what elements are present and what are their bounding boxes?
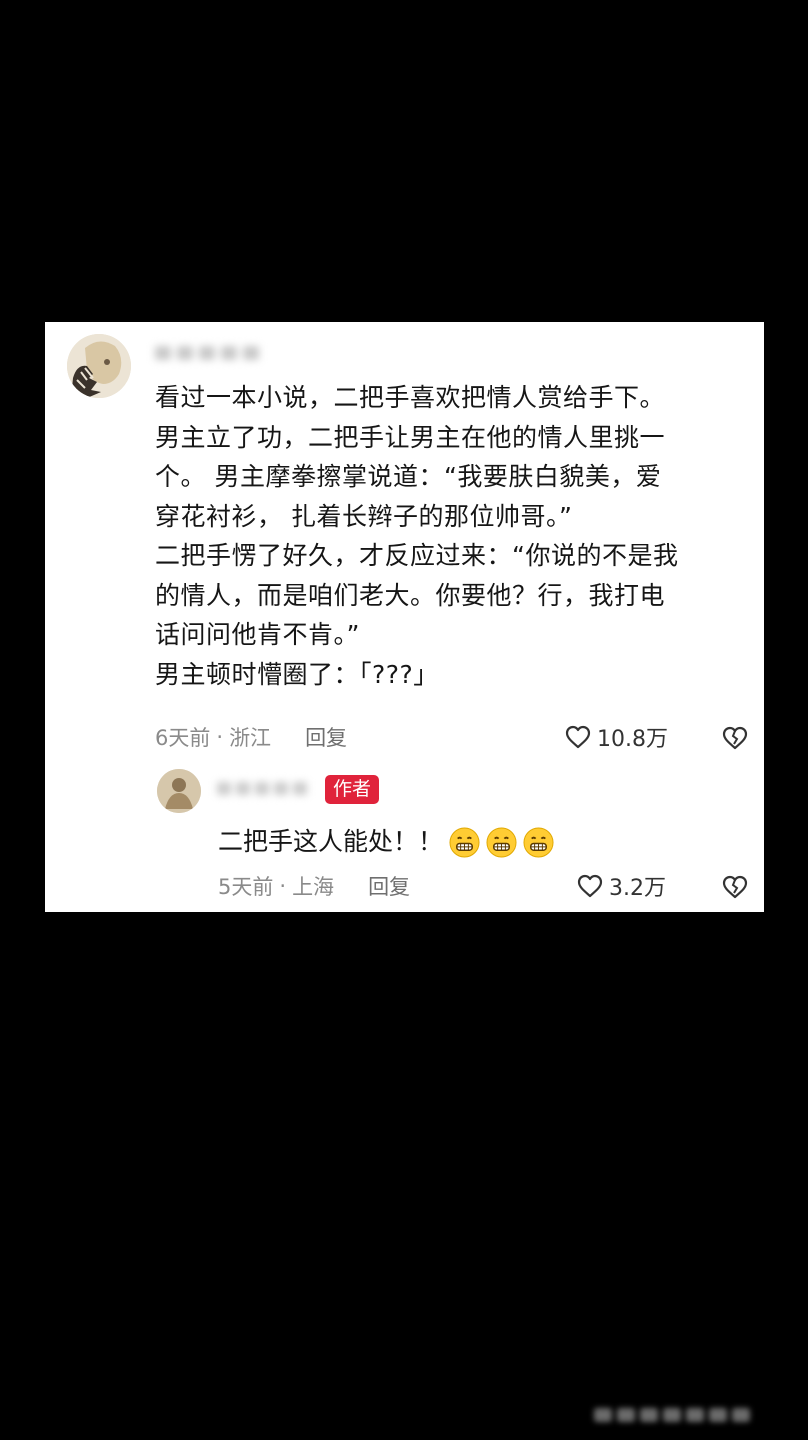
grinning-face-icon [486, 826, 517, 858]
comment-line: 的情人，而是咱们老大。你要他？行，我打电 [155, 580, 666, 610]
comment-line: 看过一本小说，二把手喜欢把情人赏给手下。 [155, 383, 666, 412]
comment-line: 男主顿时懵圈了：「???」 [155, 659, 439, 689]
grinning-face-icon [449, 826, 480, 858]
comment-card: 看过一本小说，二把手喜欢把情人赏给手下。 男主立了功，二把手让男主在他的情人里挑… [45, 322, 764, 912]
reply-meta: 5天前 · 上海 回复 [218, 872, 410, 900]
meta-separator: · [279, 874, 287, 898]
comment-line: 穿花衬衫， 扎着长辫子的那位帅哥。” [155, 501, 573, 531]
dislike-button[interactable] [722, 725, 748, 751]
like-count: 3.2万 [609, 876, 666, 901]
meta-separator: · [216, 725, 224, 749]
like-count: 10.8万 [597, 727, 668, 752]
comment-meta: 6天前 · 浙江 回复 [155, 723, 347, 751]
like-button[interactable]: 10.8万 [565, 722, 668, 752]
comment-time: 6天前 [155, 726, 211, 750]
reply-time: 5天前 [218, 875, 274, 899]
comment-line: 话问问他肯不肯。” [155, 620, 360, 649]
username-blurred[interactable] [155, 342, 285, 364]
reply-location: 上海 [292, 875, 335, 899]
reply-button[interactable]: 回复 [305, 722, 347, 752]
avatar-image [67, 334, 131, 398]
reply-username-blurred[interactable] [217, 778, 317, 798]
comment-location: 浙江 [229, 726, 272, 750]
comment-line: 个。 男主摩拳擦掌说道：“我要肤白貌美，爱 [155, 462, 662, 491]
watermark [594, 1404, 784, 1426]
like-button[interactable]: 3.2万 [577, 871, 666, 901]
comment-line: 二把手愣了好久，才反应过来：“你说的不是我 [155, 541, 679, 570]
heart-icon [565, 725, 591, 749]
reply-button[interactable]: 回复 [368, 871, 410, 901]
dislike-button[interactable] [722, 874, 748, 900]
comment-body: 看过一本小说，二把手喜欢把情人赏给手下。 男主立了功，二把手让男主在他的情人里挑… [155, 378, 751, 694]
reply-text: 二把手这人能处！！ [218, 827, 444, 856]
author-badge: 作者 [325, 775, 380, 804]
avatar[interactable] [67, 334, 131, 398]
reply-body: 二把手这人能处！！ [218, 822, 554, 862]
avatar-image [157, 769, 201, 813]
reply-avatar[interactable] [157, 769, 201, 813]
broken-heart-icon [722, 726, 748, 750]
comment-line: 男主立了功，二把手让男主在他的情人里挑一 [155, 422, 666, 452]
broken-heart-icon [722, 875, 748, 899]
grinning-face-icon [523, 826, 554, 858]
heart-icon [577, 874, 603, 898]
